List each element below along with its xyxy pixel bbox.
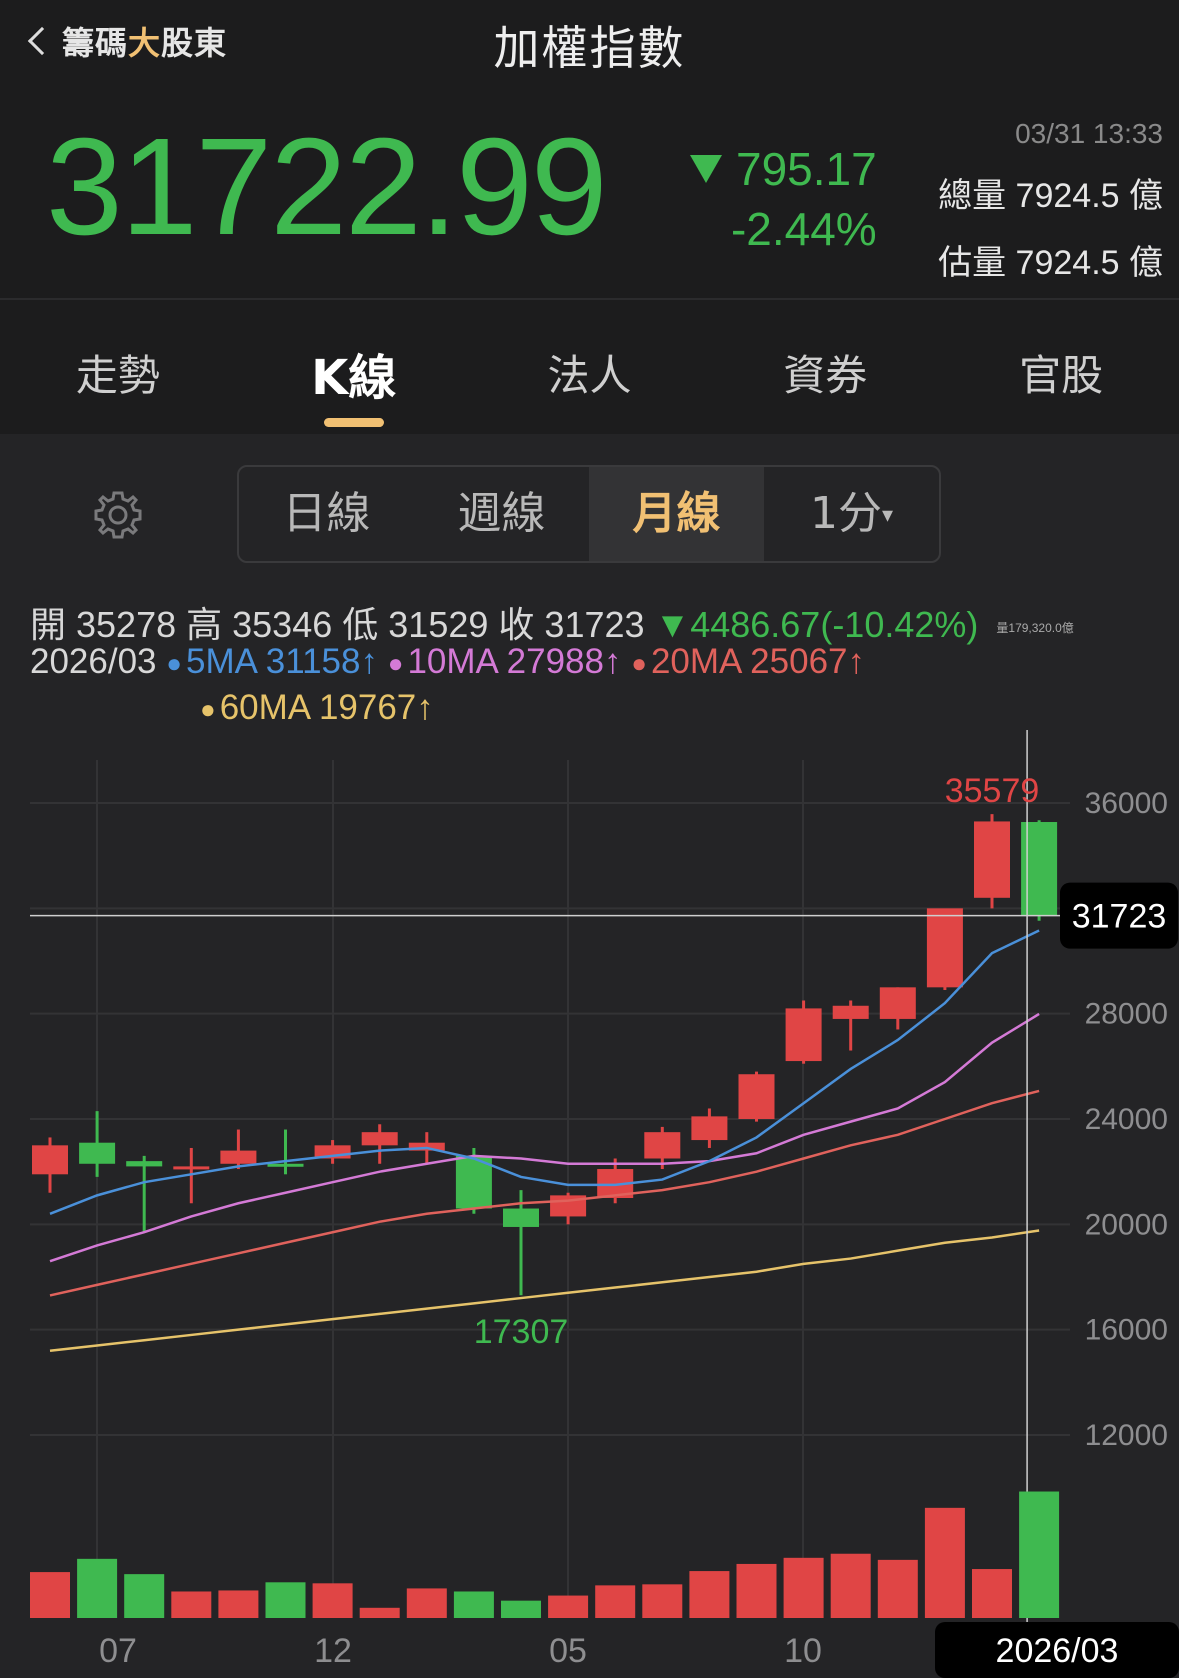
change-points: 795.17 [736, 143, 877, 195]
y-tick-label: 20000 [1085, 1208, 1168, 1241]
tab-government[interactable]: 官股 [943, 300, 1179, 434]
volume-bar [736, 1563, 777, 1618]
ma20-line [49, 1089, 1040, 1297]
tab-trend[interactable]: 走勢 [0, 300, 236, 434]
max-price-label: 35579 [945, 772, 1040, 810]
ohlc-open: 開 35278 [30, 604, 177, 645]
index-price: 31722.99 [46, 110, 608, 264]
volume-bar [453, 1591, 494, 1618]
candle-body [267, 1163, 304, 1167]
period-monthly[interactable]: 月線 [589, 467, 764, 561]
volume-bar [265, 1582, 306, 1618]
candle-body [832, 1005, 869, 1019]
volume-bar [689, 1571, 730, 1618]
candle-body [974, 821, 1010, 898]
ma5-line [49, 929, 1040, 1215]
ma-row-2: ● 60MA 19767↑ [200, 688, 434, 727]
ohlc-high: 高 35346 [186, 604, 333, 645]
candle-body [126, 1161, 163, 1167]
candle-date: 2026/03 [30, 642, 157, 681]
volume-bar [77, 1558, 118, 1618]
volume-bar [1019, 1491, 1060, 1618]
gear-icon[interactable] [92, 489, 144, 541]
period-minute-label: 1分 [809, 488, 882, 539]
x-tick-label: 10 [784, 1632, 822, 1670]
change-percent: -2.44% [730, 203, 877, 255]
ma20-value: 20MA 25067↑ [650, 642, 866, 681]
volume-bar [124, 1574, 165, 1618]
ohlc-info: 開 35278 高 35346 低 31529 收 31723 ▼4486.67… [30, 596, 1074, 648]
ohlc-change: ▼4486.67(-10.42%) [654, 604, 979, 645]
main-tabs: 走勢 K線 法人 資券 官股 [0, 300, 1179, 434]
price-change: 795.17 -2.44% [690, 142, 877, 256]
volume-bar [501, 1600, 541, 1618]
tab-institutional[interactable]: 法人 [472, 300, 708, 434]
date-tag-label: 2026/03 [996, 1632, 1119, 1670]
volume-bar [312, 1583, 353, 1618]
volume-bar [218, 1590, 259, 1618]
ma60-value: 60MA 19767↑ [219, 688, 434, 727]
candle-body [361, 1132, 398, 1146]
total-volume: 總量 7924.5 億 [938, 177, 1163, 215]
candle-body [79, 1142, 116, 1164]
candle-body [503, 1208, 539, 1227]
x-tick-label: 05 [549, 1632, 587, 1670]
x-tick-label: 07 [99, 1632, 137, 1670]
estimated-volume: 估量 7924.5 億 [938, 244, 1163, 282]
volume-bar [548, 1595, 589, 1618]
candle-body [220, 1150, 257, 1164]
quote-time: 03/31 13:33 [1015, 118, 1163, 149]
period-weekly[interactable]: 週線 [414, 467, 589, 561]
ohlc-volume: 量179,320.0億 [996, 620, 1074, 635]
candle-body [738, 1074, 775, 1119]
volume-bar [972, 1569, 1012, 1618]
candle-body [173, 1166, 210, 1170]
ohlc-close: 收 31723 [498, 604, 645, 645]
ma10-value: 10MA 27988↑ [407, 642, 622, 681]
volume-bar [924, 1507, 965, 1618]
min-price-label: 17307 [474, 1313, 569, 1351]
ma5-value: 5MA 31158↑ [185, 642, 378, 681]
period-minute[interactable]: 1分▾ [764, 467, 939, 561]
tab-margin[interactable]: 資券 [707, 300, 943, 434]
y-tick-label: 28000 [1085, 998, 1168, 1031]
quote-header: 籌碼大股東 加權指數 31722.99 795.17 -2.44% 03/31 … [0, 0, 1179, 298]
volume-bar [642, 1584, 683, 1618]
page-title: 加權指數 [493, 21, 686, 75]
volume-bar [830, 1553, 871, 1618]
y-tick-label: 24000 [1085, 1103, 1168, 1136]
tab-kline[interactable]: K線 [236, 300, 472, 434]
caret-down-icon: ▾ [881, 503, 894, 528]
volume-bar [595, 1585, 636, 1618]
volume-bar [30, 1572, 70, 1618]
kline-chart[interactable]: 1200016000200002400028000320003600031723… [0, 730, 1179, 1678]
volume-bar [877, 1559, 918, 1618]
price-tag-label: 31723 [1072, 898, 1167, 936]
candle-body [644, 1132, 681, 1159]
y-tick-label: 16000 [1085, 1314, 1168, 1347]
down-triangle-icon [690, 155, 722, 183]
candle-body [879, 987, 916, 1019]
period-daily[interactable]: 日線 [239, 467, 414, 561]
candle-body [32, 1145, 68, 1175]
x-tick-label: 12 [314, 1632, 352, 1670]
volume-bar [783, 1557, 824, 1618]
ohlc-low: 低 31529 [342, 604, 489, 645]
volume-bar [406, 1588, 447, 1618]
y-tick-label: 12000 [1085, 1419, 1168, 1452]
ma-row-1: 2026/03 ● 5MA 31158↑ ● 10MA 27988↑ ● 20MA 2… [30, 642, 866, 681]
volume-bar [171, 1591, 212, 1618]
y-tick-label: 36000 [1085, 787, 1168, 820]
volume-bar [359, 1607, 400, 1618]
quote-meta: 03/31 13:33 總量 7924.5 億 估量 7924.5 億 [938, 118, 1163, 284]
period-selector: 日線 週線 月線 1分▾ [237, 465, 941, 563]
candle-body [785, 1008, 822, 1062]
candle-body [691, 1116, 728, 1141]
candle-body [926, 908, 963, 988]
